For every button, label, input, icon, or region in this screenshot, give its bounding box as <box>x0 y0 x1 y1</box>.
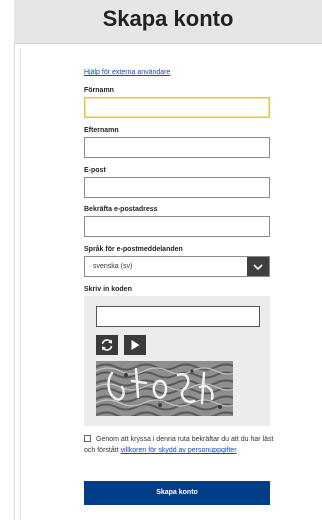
last-name-field[interactable] <box>84 137 270 158</box>
language-select[interactable]: svenska (sv) <box>84 256 270 277</box>
captcha-audio-button[interactable] <box>124 335 146 355</box>
captcha-label: Skriv in koden <box>84 286 132 293</box>
consent-text: Genom att kryssa i denna ruta bekräftar … <box>84 434 274 456</box>
language-select-value: svenska (sv) <box>93 263 133 270</box>
first-name-label: Förnamn <box>84 87 114 94</box>
email-field[interactable] <box>84 177 270 198</box>
captcha-input[interactable] <box>96 306 260 327</box>
confirm-email-field[interactable] <box>84 216 270 237</box>
first-name-field[interactable] <box>84 97 270 118</box>
page-title: Skapa konto <box>102 6 234 31</box>
email-label: E-post <box>84 167 106 174</box>
left-divider <box>14 44 15 520</box>
chevron-down-icon <box>247 257 269 276</box>
last-name-label: Efternamn <box>84 127 119 134</box>
captcha-image <box>96 361 233 416</box>
language-label: Språk för e-postmeddelanden <box>84 246 183 253</box>
confirm-email-label: Bekräfta e-postadress <box>84 206 158 213</box>
captcha-refresh-button[interactable] <box>96 335 118 355</box>
create-account-button[interactable]: Skapa konto <box>84 481 270 505</box>
privacy-terms-link[interactable]: villkoren för skydd av personuppgifter <box>121 447 237 454</box>
help-link[interactable]: Hjälp för externa användare <box>84 69 170 76</box>
page: Skapa konto Hjälp för externa användare … <box>0 0 322 520</box>
